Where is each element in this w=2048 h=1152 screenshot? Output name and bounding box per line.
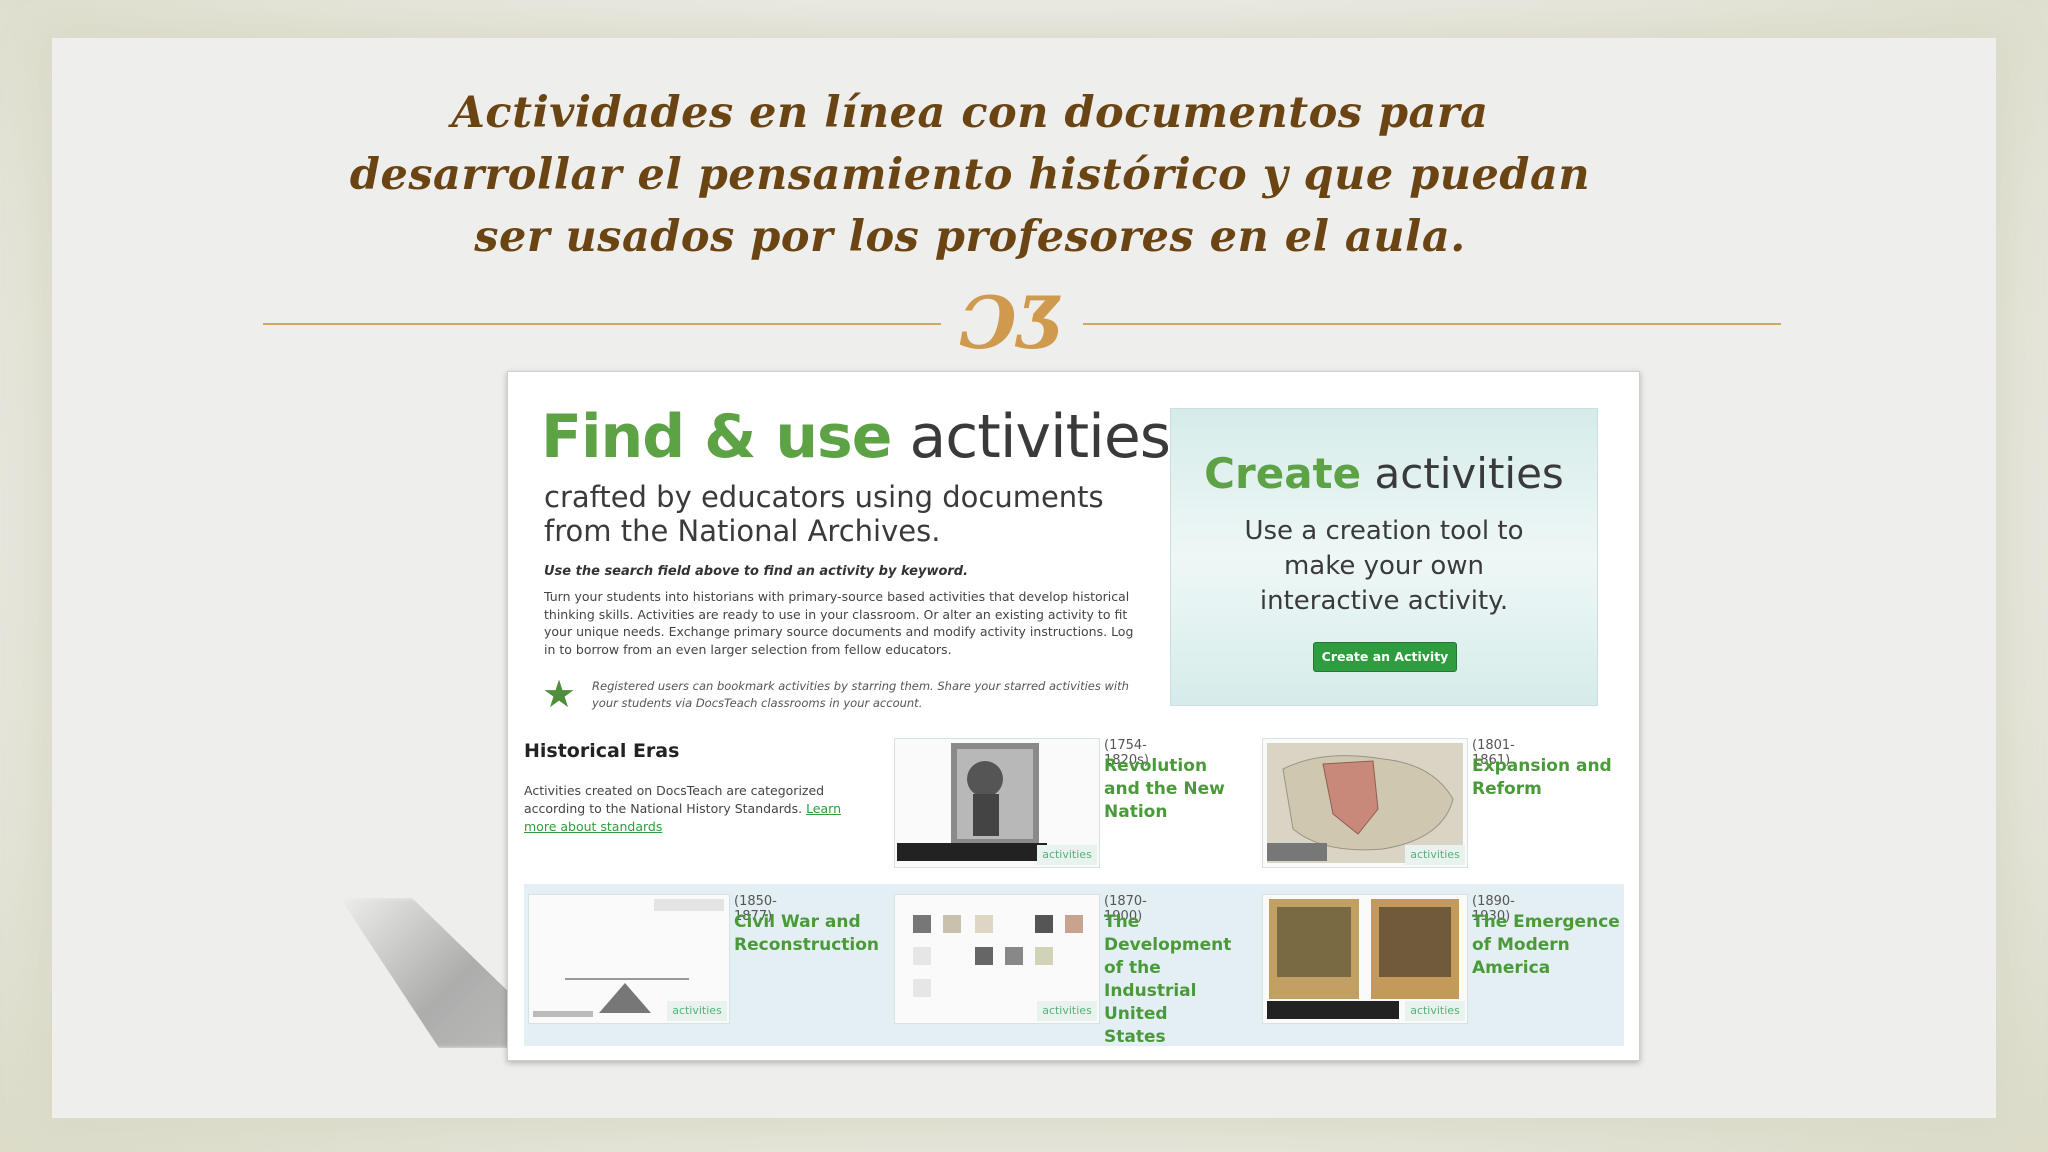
era-thumbnail[interactable]: activities: [528, 894, 730, 1024]
eras-description: Activities created on DocsTeach are cate…: [524, 783, 825, 816]
create-heading-green: Create: [1204, 449, 1362, 498]
activities-tag[interactable]: activities: [1405, 1001, 1465, 1021]
create-heading: Create activities: [1171, 449, 1597, 499]
slide-title: Actividades en línea con documentos para…: [349, 88, 1591, 262]
subheading: crafted by educators using documents fro…: [544, 480, 1104, 548]
find-use-heading-green: Find & use: [541, 402, 892, 472]
intro-text: Turn your students into historians with …: [544, 589, 1134, 657]
activities-tag[interactable]: activities: [667, 1001, 727, 1021]
bookmark-note: Registered users can bookmark activities…: [592, 679, 1129, 710]
docsteach-screenshot: Find & use activities crafted by educato…: [507, 371, 1640, 1061]
activities-tag[interactable]: activities: [1037, 1001, 1097, 1021]
create-activities-panel: Create activities Use a creation tool to…: [1170, 408, 1598, 706]
era-thumbnail[interactable]: activities: [1262, 738, 1468, 868]
era-title[interactable]: The Emergence of Modern America: [1472, 911, 1622, 980]
find-use-heading-dark: activities: [909, 402, 1171, 472]
historical-eras-heading: Historical Eras: [524, 740, 680, 762]
era-thumbnail[interactable]: activities: [894, 894, 1100, 1024]
search-hint: Use the search field above to find an ac…: [544, 564, 969, 579]
star-icon[interactable]: ★: [542, 674, 576, 714]
create-activity-button[interactable]: Create an Activity: [1313, 642, 1457, 672]
era-title[interactable]: Civil War and Reconstruction: [734, 911, 884, 957]
ornament-icon: ƆƷ: [959, 280, 1065, 365]
divider-left: [263, 323, 941, 325]
era-title[interactable]: The Development of the Industrial United…: [1104, 911, 1234, 1049]
find-use-heading: Find & use activities: [541, 402, 1171, 472]
activities-tag[interactable]: activities: [1037, 845, 1097, 865]
historical-eras-text: Activities created on DocsTeach are cate…: [524, 782, 846, 836]
era-thumbnail[interactable]: activities: [894, 738, 1100, 868]
era-title[interactable]: Expansion and Reform: [1472, 755, 1622, 801]
activities-tag[interactable]: activities: [1405, 845, 1465, 865]
divider-right: [1083, 323, 1781, 325]
era-title[interactable]: Revolution and the New Nation: [1104, 755, 1234, 824]
era-thumbnail[interactable]: activities: [1262, 894, 1468, 1024]
create-heading-dark: activities: [1374, 449, 1564, 498]
create-description: Use a creation tool to make your own int…: [1244, 516, 1524, 616]
